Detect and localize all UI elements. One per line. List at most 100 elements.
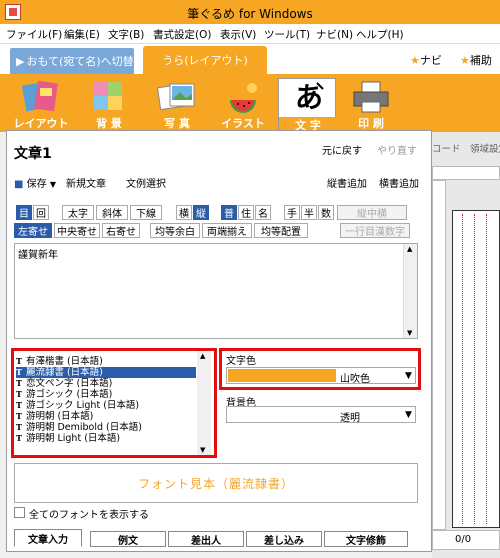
bold-button[interactable]: 太字 <box>62 205 94 220</box>
menu-edit[interactable]: 編集(E) <box>64 27 100 42</box>
truetype-icon: T <box>16 400 22 410</box>
font-item[interactable]: T 有澤楷書 (日本語) <box>16 356 196 367</box>
font-preview: フォント見本（麗流隷書） <box>14 463 418 503</box>
font-item[interactable]: T 游ゴシック Light (日本語) <box>16 400 196 411</box>
tab-merge[interactable]: 差し込み <box>246 531 322 547</box>
truetype-icon: T <box>16 422 22 432</box>
chevron-down-icon: ▼ <box>49 180 56 189</box>
half-button[interactable]: 半 <box>301 205 317 220</box>
horizontal-add-button[interactable]: 横書追加 <box>379 175 419 190</box>
scroll-up-icon: ▲ <box>407 245 413 253</box>
align-center-button[interactable]: 中央寄せ <box>54 223 100 238</box>
assist-label: 補助 <box>469 54 492 67</box>
vertical-ruler <box>432 180 446 530</box>
floppy-icon: ■ <box>14 179 24 190</box>
color-swatch <box>228 369 336 382</box>
name-button[interactable]: 名 <box>255 205 271 220</box>
menu-bar: ファイル(F) 編集(E) 文字(B) 書式設定(O) 表示(V) ツール(T)… <box>0 24 500 44</box>
ribbon-print-button[interactable]: 印 刷 <box>342 80 400 130</box>
font-item[interactable]: T 游ゴシック (日本語) <box>16 389 196 400</box>
italic-button[interactable]: 斜体 <box>96 205 128 220</box>
font-name: 游ゴシック (日本語) <box>25 389 113 400</box>
horizontal-ruler <box>432 166 500 180</box>
save-button[interactable]: ■ 保存 ▼ <box>14 175 56 190</box>
normal-button[interactable]: 普 <box>221 205 237 220</box>
panel-title: 文章1 <box>14 146 52 162</box>
text-select-button[interactable]: 文例選択 <box>126 175 166 190</box>
menu-view[interactable]: 表示(V) <box>220 27 256 42</box>
tab-ura[interactable]: うら(レイアウト) <box>143 46 267 74</box>
even-margin-button[interactable]: 均等余白 <box>150 223 200 238</box>
text-scrollbar[interactable]: ▲ ▼ <box>403 244 417 338</box>
navi-button[interactable]: ★ナビ <box>410 52 442 68</box>
menu-navi[interactable]: ナビ(N) <box>316 27 353 42</box>
illustration-icon <box>230 83 257 113</box>
distribute-button[interactable]: 均等配置 <box>254 223 308 238</box>
font-list-scrollbar[interactable]: ▲ ▼ <box>197 351 211 455</box>
window-title: 筆ぐるめ for Windows <box>187 7 313 21</box>
hand-button[interactable]: 手 <box>284 205 300 220</box>
truetype-icon: T <box>16 389 22 399</box>
grid-line <box>462 214 463 524</box>
font-item[interactable]: T 游明朝 Light (日本語) <box>16 433 196 444</box>
font-name: 游明朝 Demibold (日本語) <box>25 422 142 433</box>
truetype-icon: T <box>16 367 22 377</box>
align-left-button[interactable]: 左寄せ <box>14 223 52 238</box>
scroll-down-icon: ▼ <box>407 329 413 337</box>
align-right-button[interactable]: 右寄せ <box>102 223 140 238</box>
horizontal-button[interactable]: 横 <box>176 205 192 220</box>
navi-label: ナビ <box>419 54 442 67</box>
star-icon: ★ <box>460 54 470 67</box>
save-label: 保存 <box>26 179 47 190</box>
grid-line <box>474 214 475 524</box>
menu-tools[interactable]: ツール(T) <box>264 27 310 42</box>
address-button[interactable]: 住 <box>238 205 254 220</box>
photo-icon <box>157 83 195 111</box>
ribbon-illust-button[interactable]: イラスト <box>214 80 272 130</box>
text-input-area[interactable] <box>14 243 418 339</box>
menu-help[interactable]: ヘルプ(H) <box>356 27 404 42</box>
arrow-right-icon: ▶ <box>16 54 25 68</box>
truetype-icon: T <box>16 433 22 443</box>
tab-sender[interactable]: 差出人 <box>168 531 244 547</box>
menu-file[interactable]: ファイル(F) <box>6 27 62 42</box>
menu-text[interactable]: 文字(B) <box>108 27 144 42</box>
undo-button[interactable]: 元に戻す <box>322 142 362 157</box>
redo-button[interactable]: やり直す <box>377 142 417 157</box>
ribbon-text-button[interactable]: あ 文 字 <box>278 78 337 132</box>
bg-color-select[interactable] <box>226 406 416 423</box>
show-all-fonts-checkbox[interactable] <box>14 507 25 518</box>
box-button[interactable]: 回 <box>33 205 49 220</box>
ribbon-illust-label: イラスト <box>221 117 265 130</box>
font-name: 麗流隷書 (日本語) <box>25 367 103 378</box>
layout-icon <box>21 80 58 112</box>
ribbon-background-button[interactable]: 背 景 <box>80 80 138 130</box>
right-toolbar-labels: コード 領域設定 <box>432 144 500 155</box>
tab-decoration[interactable]: 文字修飾 <box>324 531 408 547</box>
tab-omote[interactable]: ▶ おもて(宛て名)へ切替 <box>10 48 134 74</box>
frame-button[interactable]: 目 <box>16 205 32 220</box>
show-all-fonts-label: 全てのフォントを表示する <box>29 510 149 521</box>
font-item[interactable]: T 游明朝 (日本語) <box>16 411 196 422</box>
new-text-button[interactable]: 新規文章 <box>66 175 106 190</box>
tab-example[interactable]: 例文 <box>90 531 166 547</box>
menu-format[interactable]: 書式設定(O) <box>153 27 211 42</box>
vertical-button[interactable]: 縦 <box>193 205 209 220</box>
font-item[interactable]: T 游明朝 Demibold (日本語) <box>16 422 196 433</box>
text-color-value: 山吹色 <box>340 374 370 385</box>
font-item-selected[interactable]: T 麗流隷書 (日本語) <box>16 367 196 378</box>
postcard-canvas[interactable] <box>452 210 500 528</box>
assist-button[interactable]: ★補助 <box>460 52 492 68</box>
page-counter: 0/0 <box>432 530 500 550</box>
number-button[interactable]: 数 <box>318 205 334 220</box>
kanji-number-button[interactable]: 一行目漢数字 <box>340 223 410 238</box>
ribbon-text-label: 文 字 <box>279 117 337 132</box>
ribbon-photo-button[interactable]: 写 真 <box>148 80 206 130</box>
tate-chu-yoko-button[interactable]: 縦中横 <box>337 205 407 220</box>
justify-button[interactable]: 両端揃え <box>202 223 252 238</box>
vertical-add-button[interactable]: 縦書追加 <box>327 175 367 190</box>
tab-text-input[interactable]: 文章入力 <box>14 529 82 547</box>
ribbon-layout-button[interactable]: レイアウト <box>12 80 70 130</box>
font-item[interactable]: T 恋文ペン字 (日本語) <box>16 378 196 389</box>
underline-button[interactable]: 下線 <box>130 205 162 220</box>
